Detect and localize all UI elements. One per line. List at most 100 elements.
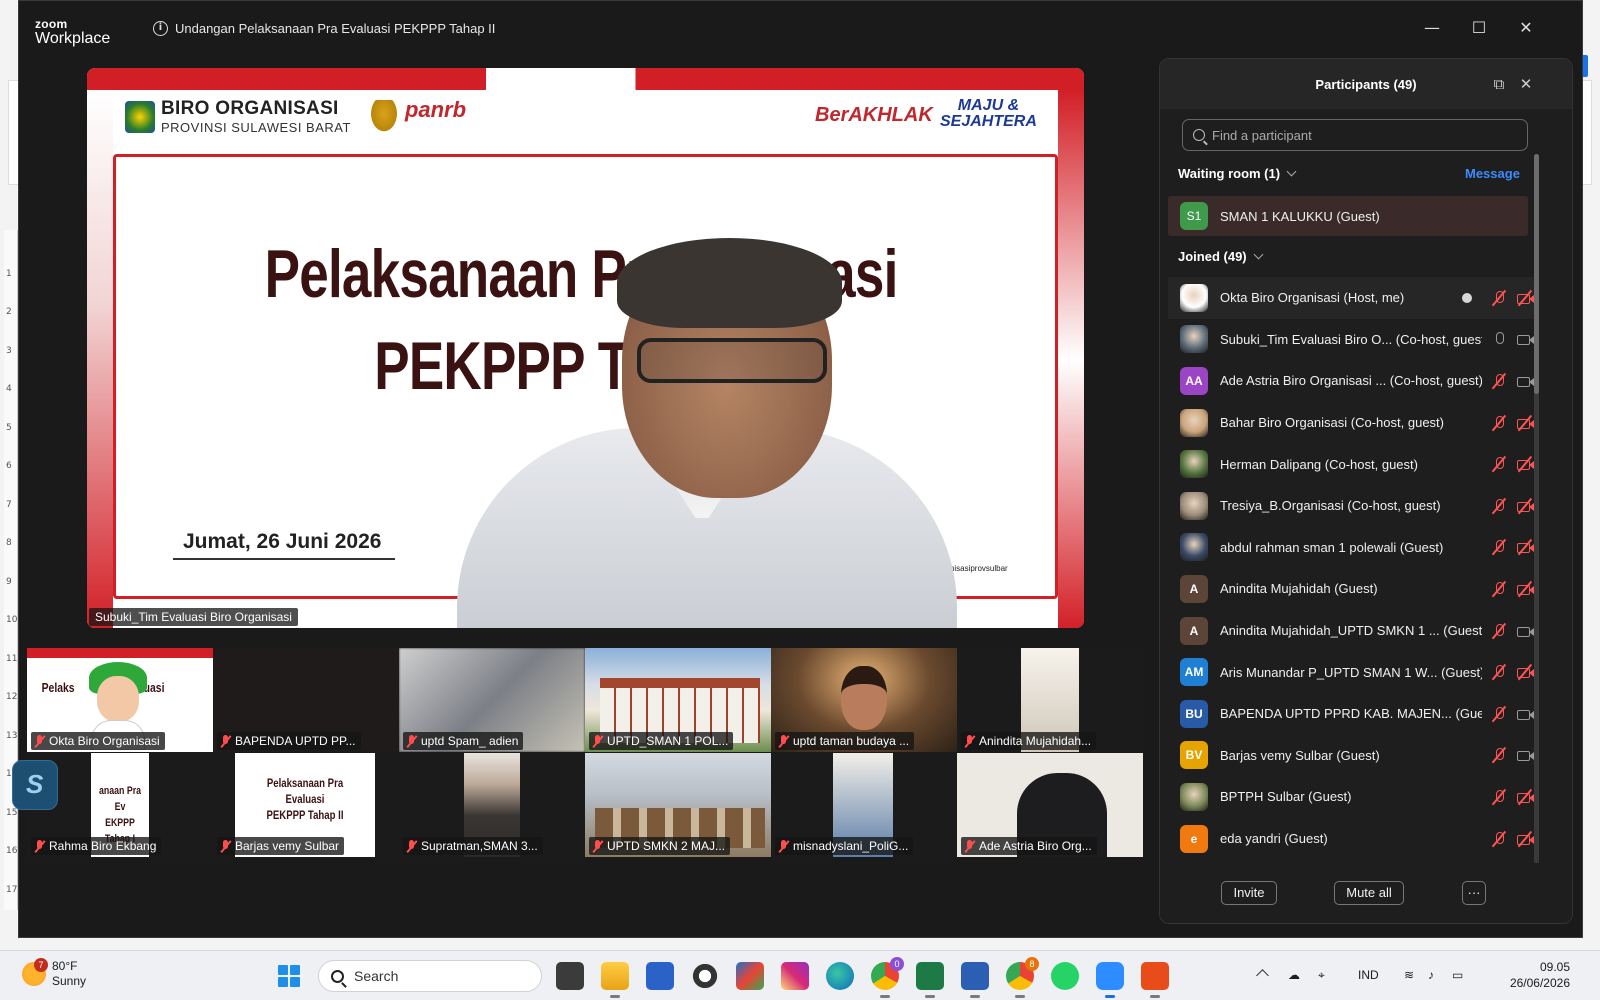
waiting-room-header[interactable]: Waiting room (1) bbox=[1178, 166, 1297, 181]
video-tile[interactable]: UPTD SMKN 2 MAJ... bbox=[585, 753, 771, 857]
joined-header[interactable]: Joined (49) bbox=[1178, 249, 1264, 264]
participant-status bbox=[1490, 456, 1534, 472]
camera-icon[interactable] bbox=[1516, 747, 1534, 763]
close-panel-icon[interactable]: ✕ bbox=[1517, 75, 1535, 93]
camera-off-icon[interactable] bbox=[1516, 789, 1534, 805]
floating-app-icon[interactable] bbox=[12, 760, 58, 810]
mic-muted-icon[interactable] bbox=[1490, 706, 1508, 722]
video-tile[interactable]: Pelaks Evaluasi Okta Biro Organisasi bbox=[27, 648, 213, 752]
chevron-down-icon[interactable] bbox=[1286, 166, 1297, 177]
mic-muted-icon[interactable] bbox=[1490, 290, 1508, 306]
camera-off-icon[interactable] bbox=[1516, 539, 1534, 555]
active-speaker-video[interactable]: BIRO ORGANISASI PROVINSI SULAWESI BARAT … bbox=[87, 68, 1084, 628]
participant-row[interactable]: abdul rahman sman 1 polewali (Guest) bbox=[1168, 527, 1538, 569]
participant-row[interactable]: BPTPH Sulbar (Guest) bbox=[1168, 776, 1538, 818]
participant-row[interactable]: A Anindita Mujahidah_UPTD SMKN 1 ... (Gue… bbox=[1168, 610, 1538, 652]
volume-icon[interactable]: ♪ bbox=[1428, 968, 1434, 982]
video-tile[interactable]: BAPENDA UPTD PP... bbox=[213, 648, 399, 752]
video-tile[interactable]: Ade Astria Biro Org... bbox=[957, 753, 1143, 857]
edit-app-icon[interactable] bbox=[646, 962, 674, 990]
chrome-profile-icon[interactable]: 8 bbox=[1006, 957, 1039, 998]
info-icon[interactable]: i bbox=[153, 21, 168, 36]
whatsapp-icon[interactable] bbox=[1051, 962, 1079, 990]
file-explorer-icon[interactable] bbox=[601, 962, 629, 998]
mic-muted-icon[interactable] bbox=[1490, 415, 1508, 431]
participant-search[interactable] bbox=[1182, 119, 1528, 151]
participant-row[interactable]: A Anindita Mujahidah (Guest) bbox=[1168, 568, 1538, 610]
participant-row[interactable]: e eda yandri (Guest) bbox=[1168, 818, 1538, 860]
participant-row[interactable]: Okta Biro Organisasi (Host, me) bbox=[1168, 277, 1538, 319]
mic-muted-icon[interactable] bbox=[1490, 831, 1508, 847]
minimize-button[interactable]: — bbox=[1417, 15, 1447, 41]
camera-off-icon[interactable] bbox=[1516, 831, 1534, 847]
camera-off-icon[interactable] bbox=[1516, 581, 1534, 597]
participant-row[interactable]: BV Barjas vemy Sulbar (Guest) bbox=[1168, 735, 1538, 777]
system-clock[interactable]: 09.05 26/06/2026 bbox=[1490, 959, 1570, 991]
taskbar-search[interactable]: Search bbox=[318, 960, 542, 992]
camera-icon[interactable] bbox=[1516, 623, 1534, 639]
mic-muted-icon[interactable] bbox=[1490, 456, 1508, 472]
onedrive-icon[interactable]: ☁ bbox=[1288, 968, 1300, 982]
wifi-icon[interactable]: ≋ bbox=[1404, 968, 1414, 982]
start-button[interactable] bbox=[278, 965, 300, 987]
camera-off-icon[interactable] bbox=[1516, 415, 1534, 431]
mic-icon[interactable] bbox=[1490, 331, 1508, 347]
battery-icon[interactable]: ▭ bbox=[1452, 968, 1463, 982]
camera-icon[interactable] bbox=[1516, 706, 1534, 722]
word-icon[interactable] bbox=[961, 962, 989, 998]
camera-icon[interactable] bbox=[1516, 331, 1534, 347]
participant-list-scrollbar[interactable] bbox=[1534, 154, 1539, 864]
excel-icon[interactable] bbox=[916, 962, 944, 998]
store-icon[interactable] bbox=[736, 962, 764, 990]
obs-icon[interactable] bbox=[691, 962, 719, 990]
camera-icon[interactable] bbox=[1516, 373, 1534, 389]
invite-button[interactable]: Invite bbox=[1221, 881, 1277, 905]
mic-muted-icon[interactable] bbox=[1490, 789, 1508, 805]
pop-out-icon[interactable]: ⧉ bbox=[1490, 75, 1508, 93]
pdf-app-icon[interactable] bbox=[1141, 962, 1169, 998]
mic-muted-icon[interactable] bbox=[1490, 623, 1508, 639]
camera-off-icon[interactable] bbox=[1516, 498, 1534, 514]
more-options-button[interactable]: ··· bbox=[1462, 881, 1486, 905]
edge-icon[interactable] bbox=[826, 962, 854, 990]
camera-off-icon[interactable] bbox=[1516, 664, 1534, 680]
close-window-button[interactable]: ✕ bbox=[1511, 15, 1541, 41]
video-tile[interactable]: uptd taman budaya ... bbox=[771, 648, 957, 752]
mic-muted-icon[interactable] bbox=[1490, 581, 1508, 597]
waiting-participant-row[interactable]: S1 SMAN 1 KALUKKU (Guest) bbox=[1168, 196, 1528, 236]
show-hidden-icons[interactable] bbox=[1256, 969, 1269, 982]
camera-off-icon[interactable] bbox=[1516, 456, 1534, 472]
camera-off-icon[interactable] bbox=[1516, 290, 1534, 306]
search-input[interactable] bbox=[1212, 127, 1512, 143]
instagram-icon[interactable] bbox=[781, 962, 809, 990]
maximize-button[interactable]: ☐ bbox=[1464, 15, 1494, 41]
participant-row[interactable]: BU BAPENDA UPTD PPRD KAB. MAJEN... (Guest… bbox=[1168, 693, 1538, 735]
task-view-icon[interactable] bbox=[556, 962, 584, 990]
mute-all-button[interactable]: Mute all bbox=[1334, 881, 1404, 905]
weather-widget[interactable]: 7 80°F Sunny bbox=[22, 958, 86, 989]
message-waiting-room-link[interactable]: Message bbox=[1465, 166, 1520, 181]
location-icon[interactable]: ⌖ bbox=[1318, 968, 1325, 983]
participant-row[interactable]: Tresiya_B.Organisasi (Co-host, guest) bbox=[1168, 485, 1538, 527]
participant-row[interactable]: AM Aris Munandar P_UPTD SMAN 1 W... (Gues… bbox=[1168, 651, 1538, 693]
video-tile[interactable]: misnadyslani_PoliG... bbox=[771, 753, 957, 857]
mic-muted-icon[interactable] bbox=[1490, 373, 1508, 389]
mic-muted-icon[interactable] bbox=[1490, 539, 1508, 555]
participant-row[interactable]: AA Ade Astria Biro Organisasi ... (Co-hos… bbox=[1168, 360, 1538, 402]
participant-row[interactable]: Subuki_Tim Evaluasi Biro O... (Co-host, … bbox=[1168, 319, 1538, 361]
chrome-icon[interactable]: 0 bbox=[871, 957, 904, 998]
participant-row[interactable]: Herman Dalipang (Co-host, guest) bbox=[1168, 443, 1538, 485]
video-tile[interactable]: Pelaksanaan Pra Evaluasi PEKPPP Tahap II… bbox=[213, 753, 399, 857]
mic-muted-icon[interactable] bbox=[1490, 747, 1508, 763]
mic-muted-icon[interactable] bbox=[1490, 664, 1508, 680]
video-tile[interactable]: uptd Spam_ adien bbox=[399, 648, 585, 752]
video-tile[interactable]: Supratman,SMAN 3... bbox=[399, 753, 585, 857]
zoom-icon[interactable] bbox=[1096, 962, 1124, 998]
participant-row[interactable]: Bahar Biro Organisasi (Co-host, guest) bbox=[1168, 402, 1538, 444]
mic-muted-icon[interactable] bbox=[1490, 498, 1508, 514]
chevron-down-icon[interactable] bbox=[1253, 249, 1264, 260]
video-tile[interactable]: Anindita Mujahidah... bbox=[957, 648, 1143, 752]
meeting-title[interactable]: i Undangan Pelaksanaan Pra Evaluasi PEKP… bbox=[153, 21, 495, 36]
video-tile[interactable]: UPTD_SMAN 1 POL... bbox=[585, 648, 771, 752]
input-language[interactable]: IND bbox=[1358, 968, 1379, 982]
